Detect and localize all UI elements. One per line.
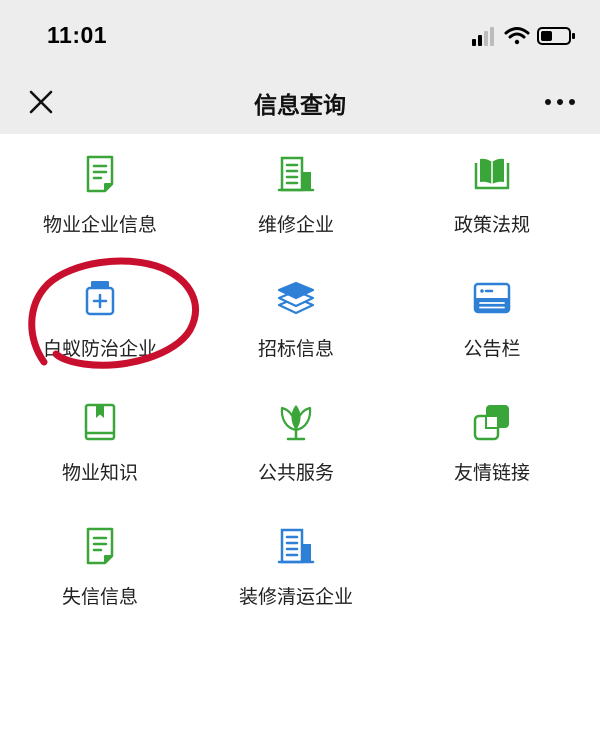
menu-item-bulletin-board[interactable]: 公告栏 xyxy=(394,258,590,382)
medicine-jar-icon xyxy=(85,281,115,316)
battery-icon xyxy=(537,27,575,45)
menu-item-label: 物业企业信息 xyxy=(42,214,157,236)
menu-item-friendly-links[interactable]: 友情链接 xyxy=(394,382,590,506)
page-title: 信息查询 xyxy=(254,93,346,119)
book-open-icon xyxy=(474,158,510,190)
menu-item-label: 维修企业 xyxy=(257,214,334,236)
link-squares-icon xyxy=(473,405,509,441)
menu-item-property-knowledge[interactable]: 物业知识 xyxy=(2,382,198,506)
signal-icon xyxy=(472,27,494,46)
menu-item-dishonesty-info[interactable]: 失信信息 xyxy=(2,506,198,630)
menu-item-renovation-clearance-enterprise[interactable]: 装修清运企业 xyxy=(198,506,394,630)
menu-item-label: 白蚁防治企业 xyxy=(42,338,157,360)
building-icon xyxy=(277,156,315,192)
menu-item-label: 公告栏 xyxy=(463,338,521,360)
menu-item-label: 公共服务 xyxy=(257,462,334,484)
layers-icon xyxy=(277,281,315,315)
wifi-icon xyxy=(504,27,530,45)
status-bar: 11:01 xyxy=(0,0,600,72)
status-time: 11:01 xyxy=(47,22,108,48)
document-icon xyxy=(86,527,114,565)
menu-item-policies-regulations[interactable]: 政策法规 xyxy=(394,134,590,258)
menu-item-label: 政策法规 xyxy=(453,214,530,236)
nav-bar: 信息查询 xyxy=(0,72,600,134)
menu-item-property-enterprise-info[interactable]: 物业企业信息 xyxy=(2,134,198,258)
more-icon[interactable] xyxy=(540,92,580,112)
status-icons xyxy=(472,27,575,46)
menu-item-maintenance-enterprise[interactable]: 维修企业 xyxy=(198,134,394,258)
menu-item-label: 装修清运企业 xyxy=(238,586,353,608)
menu-item-label: 物业知识 xyxy=(61,462,138,484)
book-icon xyxy=(84,403,116,441)
menu-item-public-service[interactable]: 公共服务 xyxy=(198,382,394,506)
card-icon xyxy=(473,282,511,314)
leaf-icon xyxy=(280,405,312,441)
menu-item-bidding-info[interactable]: 招标信息 xyxy=(198,258,394,382)
document-icon xyxy=(86,155,114,193)
building-icon xyxy=(277,528,315,564)
menu-item-termite-control-enterprise[interactable]: 白蚁防治企业 xyxy=(2,258,198,382)
menu-item-label: 友情链接 xyxy=(453,462,530,484)
menu-item-label: 招标信息 xyxy=(257,338,334,360)
menu-item-label: 失信信息 xyxy=(61,586,138,608)
